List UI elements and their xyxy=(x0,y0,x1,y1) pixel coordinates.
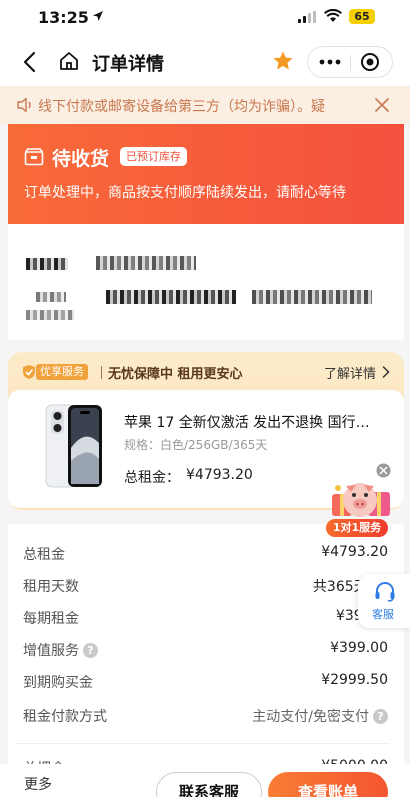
detail-row-total-rent: 总租金 ¥4793.20 xyxy=(8,538,404,570)
shield-icon xyxy=(23,365,35,379)
detail-list: 总租金 ¥4793.20 租用天数 共365天(1 每期租金 ¥399. 增值服… xyxy=(8,524,404,797)
location-arrow-icon xyxy=(93,11,103,21)
detail-row-rent-days: 租用天数 共365天(1 xyxy=(8,570,404,602)
order-status-title: 待收货 xyxy=(52,148,110,170)
detail-row-buyout-price: 到期购买金 ¥2999.50 xyxy=(8,666,404,698)
product-total-label: 总租金： xyxy=(124,470,180,486)
chevron-right-icon xyxy=(382,366,390,378)
detail-label: 增值服务? xyxy=(23,640,98,660)
phone-product-image xyxy=(45,404,102,488)
speaker-icon xyxy=(17,97,31,113)
view-bill-button[interactable]: 查看账单 xyxy=(268,772,388,797)
promo-divider xyxy=(101,366,102,379)
more-options-icon[interactable] xyxy=(318,56,342,68)
order-status-desc: 订单处理中，商品按支付顺序陆续发出，请耐心等待 xyxy=(24,185,346,201)
detail-row-value-added-service: 增值服务? ¥399.00 xyxy=(8,634,404,666)
favorite-star-icon[interactable] xyxy=(272,50,294,72)
navigation-bar: 订单详情 xyxy=(0,38,410,86)
detail-value: ¥399.00 xyxy=(330,640,388,656)
detail-value: ¥4793.20 xyxy=(321,544,388,560)
contact-service-button[interactable]: 联系客服 xyxy=(156,772,262,797)
detail-value: ¥2999.50 xyxy=(321,672,388,688)
miniapp-capsule xyxy=(307,46,393,78)
payment-method-value: 主动支付/免密支付 xyxy=(252,709,369,725)
notice-bar: 线下付款或邮寄设备给第三方（均为诈骗）。疑 xyxy=(0,86,410,124)
product-name: 苹果 17 全新仅激活 发出不退换 国行… xyxy=(124,415,370,431)
headset-icon xyxy=(375,582,395,602)
redacted-name xyxy=(26,258,68,270)
customer-service-float-button[interactable]: 客服 xyxy=(358,574,410,628)
more-link[interactable]: 更多 xyxy=(24,774,52,794)
detail-row-periodic-rent: 每期租金 ¥399. xyxy=(8,602,404,634)
customer-service-label: 客服 xyxy=(372,608,394,621)
bottom-action-bar: 更多 联系客服 查看账单 xyxy=(0,764,410,797)
redacted-address-line-4 xyxy=(26,310,74,320)
detail-row-payment-method: 租金付款方式 主动支付/免密支付? xyxy=(8,700,404,732)
detail-label: 租用天数 xyxy=(23,579,79,595)
close-miniapp-icon[interactable] xyxy=(360,52,380,72)
cellular-signal-icon xyxy=(298,11,316,23)
one-on-one-service-tag[interactable]: 1对1服务 xyxy=(326,519,388,537)
help-icon[interactable]: ? xyxy=(373,709,388,724)
learn-more-link[interactable]: 了解详情 xyxy=(324,363,376,382)
back-arrow-icon[interactable] xyxy=(20,50,40,74)
close-icon[interactable] xyxy=(374,97,390,113)
page-title: 订单详情 xyxy=(92,54,164,75)
status-time: 13:25 xyxy=(38,8,89,27)
product-spec: 规格：白色/256GB/365天 xyxy=(124,438,268,452)
redacted-address-line-1 xyxy=(36,292,66,302)
order-status-header: 待收货 已预订库存 订单处理中，商品按支付顺序陆续发出，请耐心等待 xyxy=(8,124,404,224)
detail-label: 总租金 xyxy=(23,547,65,563)
status-tag: 已预订库存 xyxy=(120,147,187,166)
product-total-value: ¥4793.20 xyxy=(186,467,253,483)
detail-label-text: 增值服务 xyxy=(23,643,79,659)
battery-indicator: 65 xyxy=(349,9,375,24)
help-icon[interactable]: ? xyxy=(83,643,98,658)
wifi-icon xyxy=(324,9,342,22)
redacted-address-line-2 xyxy=(106,290,236,304)
address-card[interactable] xyxy=(8,224,404,340)
notice-text: 线下付款或邮寄设备给第三方（均为诈骗）。疑 xyxy=(38,99,325,115)
home-icon[interactable] xyxy=(58,50,80,72)
capsule-divider xyxy=(350,55,351,71)
status-bar: 13:25 65 xyxy=(0,0,410,38)
redacted-phone xyxy=(96,256,196,270)
promo-text: 无忧保障中 租用更安心 xyxy=(108,367,243,382)
premium-service-tag: 优享服务 xyxy=(36,364,88,380)
redacted-address-line-3 xyxy=(252,290,372,304)
close-widget-icon[interactable] xyxy=(376,463,391,478)
detail-value: 主动支付/免密支付? xyxy=(252,706,388,726)
divider xyxy=(15,743,390,744)
package-icon xyxy=(24,148,44,166)
detail-label: 租金付款方式 xyxy=(23,709,107,725)
detail-label: 到期购买金 xyxy=(23,675,93,691)
detail-label: 每期租金 xyxy=(23,611,79,627)
